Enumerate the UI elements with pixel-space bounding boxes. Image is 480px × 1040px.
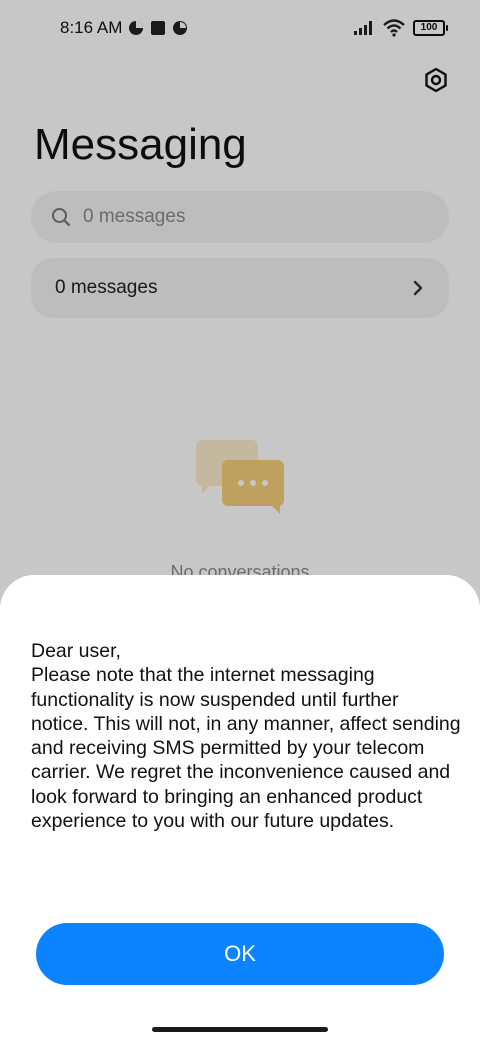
ok-button[interactable]: OK	[36, 923, 444, 985]
messaging-screen: 8:16 AM 100 Messaging 0 messages 0 messa…	[0, 0, 480, 1040]
notice-message: Dear user, Please note that the internet…	[31, 640, 461, 833]
home-indicator[interactable]	[152, 1027, 328, 1032]
notice-bottom-sheet: Dear user, Please note that the internet…	[0, 575, 480, 1040]
